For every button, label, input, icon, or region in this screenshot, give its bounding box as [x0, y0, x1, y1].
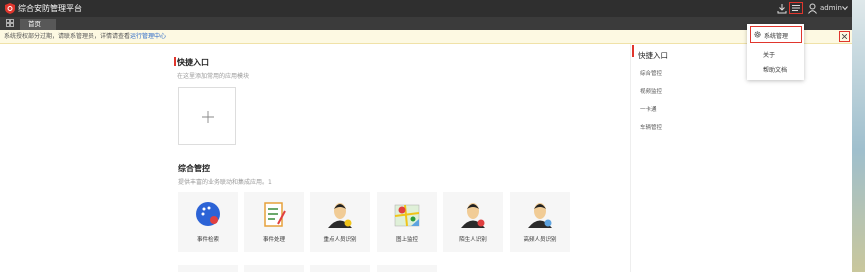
notice-text: 系统授权部分过期，请联系管理员，详情请查看	[4, 33, 131, 40]
app-card-label: 事件处理	[262, 237, 285, 243]
plus-icon	[202, 111, 214, 123]
key-person-icon	[328, 203, 352, 228]
section-marker	[174, 57, 176, 66]
right-panel	[630, 44, 852, 272]
app-card-key-person[interactable]: 重点人员识别	[310, 192, 370, 252]
dropdown-item-about[interactable]: 关于	[763, 50, 775, 59]
app-card-label: 陌生人识别	[459, 237, 487, 243]
integrated-subtitle: 提供丰富的业务联动和集成应用。1	[178, 179, 272, 186]
app-title: 综合安防管理平台	[18, 4, 82, 13]
app-card-map-monitor[interactable]: 图上监控	[377, 192, 437, 252]
map-monitor-icon	[394, 204, 420, 227]
license-notice-bar: 系统授权部分过期，请联系管理员，详情请查看运行管理中心	[0, 30, 852, 44]
app-card[interactable]	[310, 265, 370, 272]
desktop-background	[852, 0, 865, 272]
dropdown-item-system-management[interactable]: 系统管理	[750, 26, 802, 43]
dropdown-item-help[interactable]: 帮助文档	[763, 65, 787, 74]
menu-button[interactable]	[789, 2, 803, 14]
app-card[interactable]	[377, 265, 437, 272]
event-handling-icon	[264, 202, 286, 227]
shield-logo-icon	[5, 3, 15, 14]
download-icon[interactable]	[777, 3, 787, 14]
app-card-event-handling[interactable]: 事件处理	[244, 192, 304, 252]
app-card-label: 图上监控	[395, 237, 418, 243]
tab-home[interactable]: 首页	[20, 19, 56, 30]
integrated-title: 综合管控	[178, 164, 210, 173]
dropdown-item-label: 系统管理	[764, 33, 789, 40]
menu-icon	[792, 5, 800, 11]
notice-close-button[interactable]	[839, 31, 850, 42]
user-name[interactable]: admin	[820, 4, 842, 12]
add-quick-entry-button[interactable]	[178, 87, 236, 145]
app-card-frequent-person[interactable]: 高频人员识别	[510, 192, 570, 252]
app-card-label: 事件检索	[196, 237, 219, 243]
top-bar: 综合安防管理平台 admin	[0, 0, 852, 17]
app-card[interactable]	[244, 265, 304, 272]
right-item[interactable]: 视频监控	[640, 87, 662, 95]
close-icon	[841, 33, 847, 39]
quick-entry-title: 快捷入口	[177, 58, 209, 67]
notice-link[interactable]: 运行管理中心	[130, 33, 166, 40]
chevron-down-icon[interactable]	[842, 5, 848, 11]
app-window: 综合安防管理平台 admin 首页 系统授权部分过期，请联系管理员，详情请查看运…	[0, 0, 852, 272]
quick-entry-subtitle: 在这里添加常用的应用模块	[177, 73, 250, 80]
right-item[interactable]: 综合管控	[640, 69, 662, 77]
right-panel-marker	[632, 45, 634, 57]
right-item[interactable]: 一卡通	[640, 105, 657, 113]
user-icon[interactable]	[808, 3, 817, 14]
stranger-icon	[461, 203, 485, 228]
right-panel-title: 快捷入口	[638, 51, 668, 60]
grid-icon[interactable]	[6, 19, 14, 27]
event-search-icon	[196, 202, 220, 226]
tab-bar: 首页	[0, 17, 852, 30]
frequent-person-icon	[528, 203, 552, 228]
app-card-event-search[interactable]: 事件检索	[178, 192, 238, 252]
app-card-label: 高频人员识别	[523, 237, 557, 243]
right-item[interactable]: 车辆管控	[640, 123, 662, 131]
app-card-stranger[interactable]: 陌生人识别	[443, 192, 503, 252]
app-card[interactable]	[178, 265, 238, 272]
gear-icon	[754, 31, 761, 38]
app-card-label: 重点人员识别	[323, 237, 357, 243]
